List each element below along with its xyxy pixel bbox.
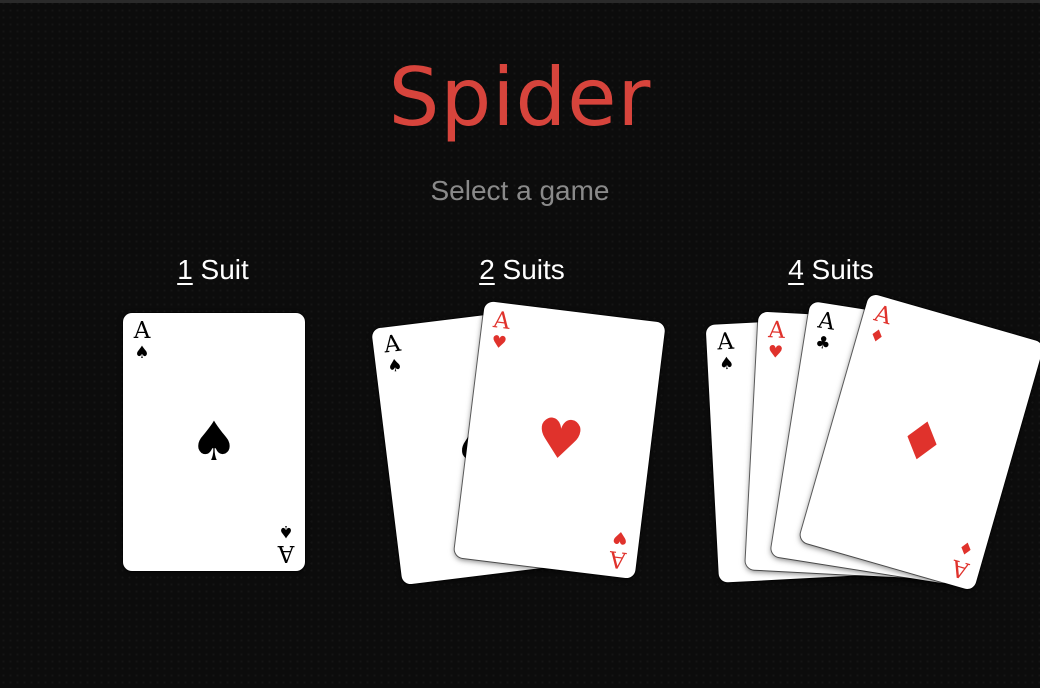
top-border: [0, 0, 1040, 3]
card-rank: A: [716, 328, 735, 356]
card-rank: A: [948, 553, 972, 584]
card-rank: A: [382, 330, 403, 359]
option-label: 1 Suit: [63, 250, 363, 290]
game-subtitle: Select a game: [430, 175, 610, 206]
card-rank: A: [277, 540, 295, 566]
card-ace-of-spades: A ♠ ♠ ♠ A: [123, 313, 305, 571]
heart-icon: ♥: [490, 331, 508, 354]
option-label-text: Suits: [494, 254, 565, 285]
heart-icon: ♥: [767, 342, 784, 363]
heart-icon: ♥: [531, 405, 588, 474]
option-label-text: Suit: [192, 254, 249, 285]
option-1-suit[interactable]: 1 Suit A ♠ ♠ ♠ A: [63, 250, 363, 650]
shortcut-key: 4: [788, 254, 804, 285]
option-2-suits[interactable]: 2 Suits A ♠ ♠ ♠ A A ♥ ♥ ♥ A: [371, 250, 672, 650]
spade-icon: ♠: [189, 410, 239, 473]
option-label: 2 Suits: [372, 250, 672, 290]
shortcut-key: 1: [177, 254, 193, 285]
heart-icon: ♥: [611, 526, 630, 548]
game-title: Spider: [388, 51, 652, 144]
option-4-suits[interactable]: 4 Suits A ♠ ♠ ♠ A A ♥ ♥ ♥ A A ♣ ♣ ♣ A A …: [681, 250, 1040, 650]
spade-icon: ♠: [134, 343, 150, 363]
option-label-text: Suits: [803, 254, 874, 285]
diamond-icon: ♦: [866, 324, 887, 349]
shortcut-key: 2: [479, 254, 495, 285]
spade-icon: ♠: [278, 521, 294, 541]
club-icon: ♣: [813, 332, 833, 355]
card-rank: A: [133, 318, 151, 344]
spade-icon: ♠: [718, 353, 735, 375]
card-rank: A: [491, 307, 512, 335]
card-rank: A: [767, 317, 786, 344]
option-label: 4 Suits: [681, 250, 981, 290]
spade-icon: ♠: [386, 355, 404, 378]
card-ace-of-hearts: A ♥ ♥ ♥ A: [453, 300, 666, 580]
card-rank: A: [607, 544, 628, 573]
diamond-icon: ♦: [889, 404, 954, 479]
card-rank: A: [816, 307, 837, 336]
